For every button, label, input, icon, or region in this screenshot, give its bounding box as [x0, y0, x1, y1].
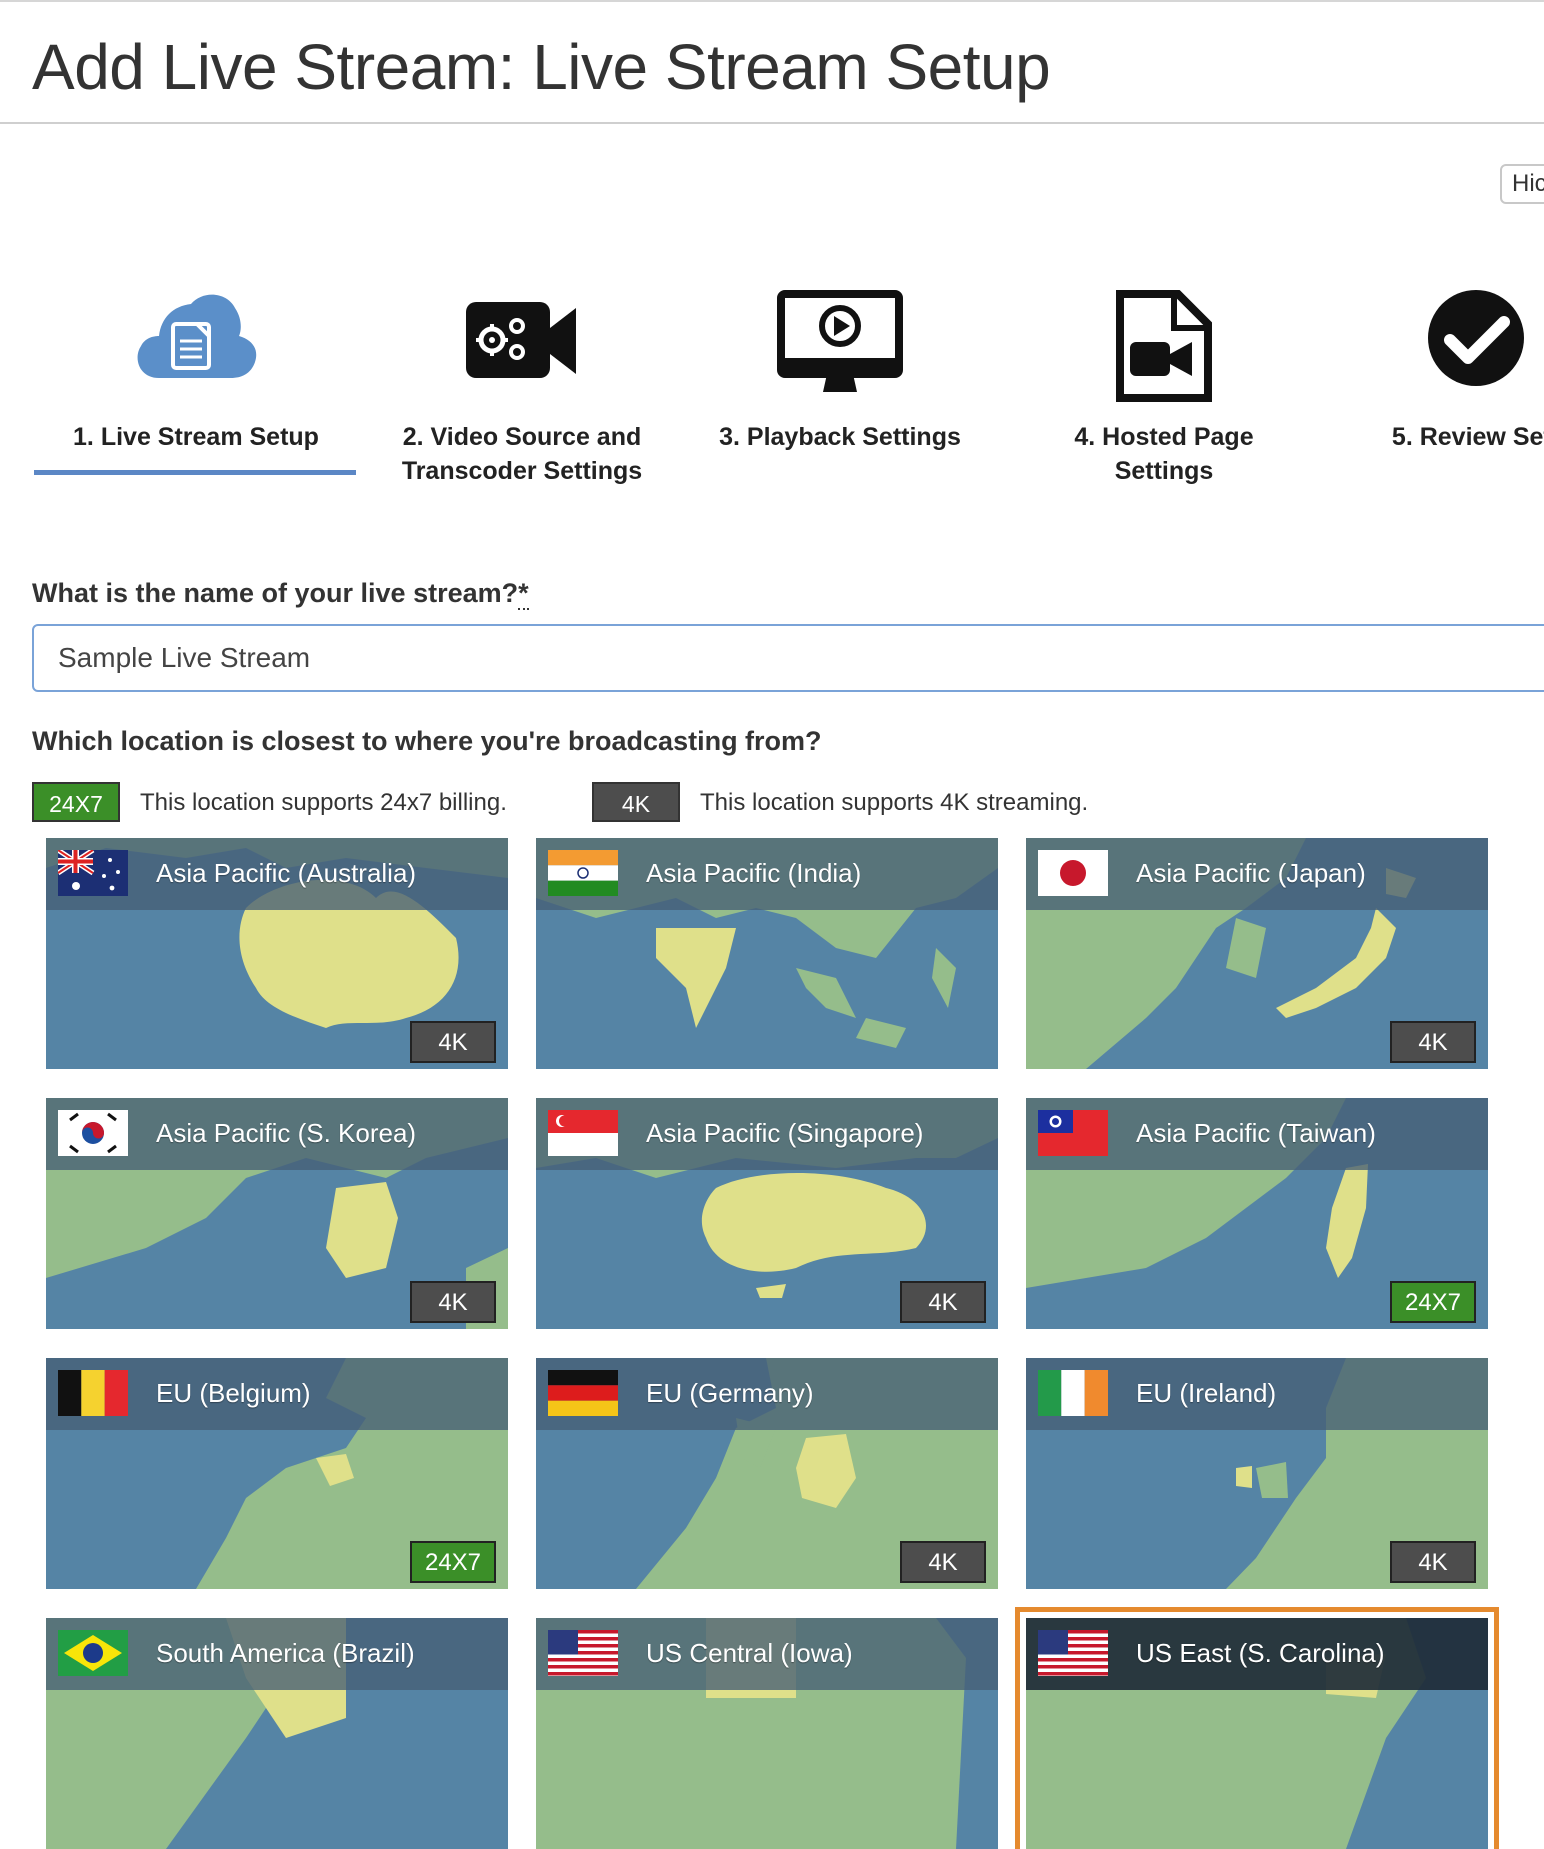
page-title: Add Live Stream: Live Stream Setup	[32, 31, 1051, 103]
ireland-flag-icon	[1038, 1370, 1108, 1416]
legend-4k-badge: 4K	[592, 782, 680, 822]
location-tile-taiwan[interactable]: Asia Pacific (Taiwan) 24X7	[1026, 1098, 1488, 1329]
india-flag-icon	[548, 850, 618, 896]
top-border	[0, 0, 1544, 2]
location-name: Asia Pacific (Australia)	[156, 858, 417, 888]
usa-flag-icon	[548, 1630, 618, 1676]
singapore-flag-icon	[548, 1110, 618, 1156]
germany-flag-icon	[548, 1370, 618, 1416]
checkmark-circle-icon	[1306, 288, 1544, 408]
taiwan-flag-icon	[1038, 1110, 1108, 1156]
location-name: Asia Pacific (Singapore)	[646, 1118, 924, 1148]
location-name: Asia Pacific (Taiwan)	[1136, 1118, 1376, 1148]
location-tile-south-korea[interactable]: Asia Pacific (S. Korea) 4K	[46, 1098, 508, 1329]
location-badge-4k: 4K	[410, 1021, 496, 1063]
location-badge-24x7: 24X7	[410, 1541, 496, 1583]
video-camera-gears-icon	[352, 288, 692, 408]
location-name: EU (Germany)	[646, 1378, 814, 1408]
step-label: 4. Hosted Page Settings	[1074, 423, 1254, 485]
location-badge-4k: 4K	[1390, 1021, 1476, 1063]
step-label: 5. Review Sett	[1391, 423, 1544, 451]
japan-flag-icon	[1038, 850, 1108, 896]
australia-flag-icon	[58, 850, 128, 896]
location-name: South America (Brazil)	[156, 1638, 415, 1668]
location-question: Which location is closest to where you'r…	[32, 726, 822, 756]
location-tile-singapore[interactable]: Asia Pacific (Singapore) 4K	[536, 1098, 998, 1329]
location-tile-iowa[interactable]: US Central (Iowa)	[536, 1618, 998, 1849]
location-tile-india[interactable]: Asia Pacific (India)	[536, 838, 998, 1069]
location-badge-4k: 4K	[410, 1281, 496, 1323]
required-marker: *	[518, 578, 529, 610]
location-name: Asia Pacific (Japan)	[1136, 858, 1366, 888]
hide-button[interactable]: Hic	[1500, 164, 1544, 204]
legend-4k-text: This location supports 4K streaming.	[700, 789, 1089, 816]
stream-name-question: What is the name of your live stream?	[32, 578, 519, 608]
location-badge-4k: 4K	[900, 1541, 986, 1583]
cloud-document-icon	[26, 288, 366, 408]
location-name: EU (Ireland)	[1136, 1378, 1277, 1408]
wizard-steps: 1. Live Stream Setup 2. Video Source and…	[0, 280, 1544, 500]
location-name: US East (S. Carolina)	[1136, 1638, 1385, 1668]
title-divider	[0, 122, 1544, 124]
legend-24x7-text: This location supports 24x7 billing.	[140, 789, 507, 816]
step-label: 2. Video Source and Transcoder Settings	[401, 423, 643, 485]
location-tile-belgium[interactable]: EU (Belgium) 24X7	[46, 1358, 508, 1589]
location-name: US Central (Iowa)	[646, 1638, 853, 1668]
location-badge-24x7: 24X7	[1390, 1281, 1476, 1323]
location-name: Asia Pacific (S. Korea)	[156, 1118, 417, 1148]
stream-name-label: What is the name of your live stream?*	[32, 578, 529, 610]
location-tile-ireland[interactable]: EU (Ireland) 4K	[1026, 1358, 1488, 1589]
location-badge-4k: 4K	[1390, 1541, 1476, 1583]
location-tile-south-carolina[interactable]: US East (S. Carolina)	[1015, 1607, 1499, 1849]
location-badge-4k: 4K	[900, 1281, 986, 1323]
location-tile-japan[interactable]: Asia Pacific (Japan) 4K	[1026, 838, 1488, 1069]
location-tile-brazil[interactable]: South America (Brazil)	[46, 1618, 508, 1849]
video-file-icon	[994, 288, 1334, 408]
location-tile-australia[interactable]: Asia Pacific (Australia) 4K	[46, 838, 508, 1069]
location-tile-germany[interactable]: EU (Germany) 4K	[536, 1358, 998, 1589]
brazil-flag-icon	[58, 1630, 128, 1676]
step-label: 1. Live Stream Setup	[73, 423, 319, 451]
step-label: 3. Playback Settings	[719, 423, 961, 451]
south-korea-flag-icon	[58, 1110, 128, 1156]
location-grid: Asia Pacific (Australia) 4K Asia Pacific…	[0, 0, 1544, 1849]
active-step-indicator	[34, 470, 356, 475]
usa-flag-icon	[1038, 1630, 1108, 1676]
stream-name-input[interactable]	[32, 624, 1544, 692]
location-name: Asia Pacific (India)	[646, 858, 862, 888]
legend-24x7-badge: 24X7	[32, 782, 120, 822]
location-name: EU (Belgium)	[156, 1378, 311, 1408]
belgium-flag-icon	[58, 1370, 128, 1416]
monitor-play-icon	[670, 288, 1010, 408]
